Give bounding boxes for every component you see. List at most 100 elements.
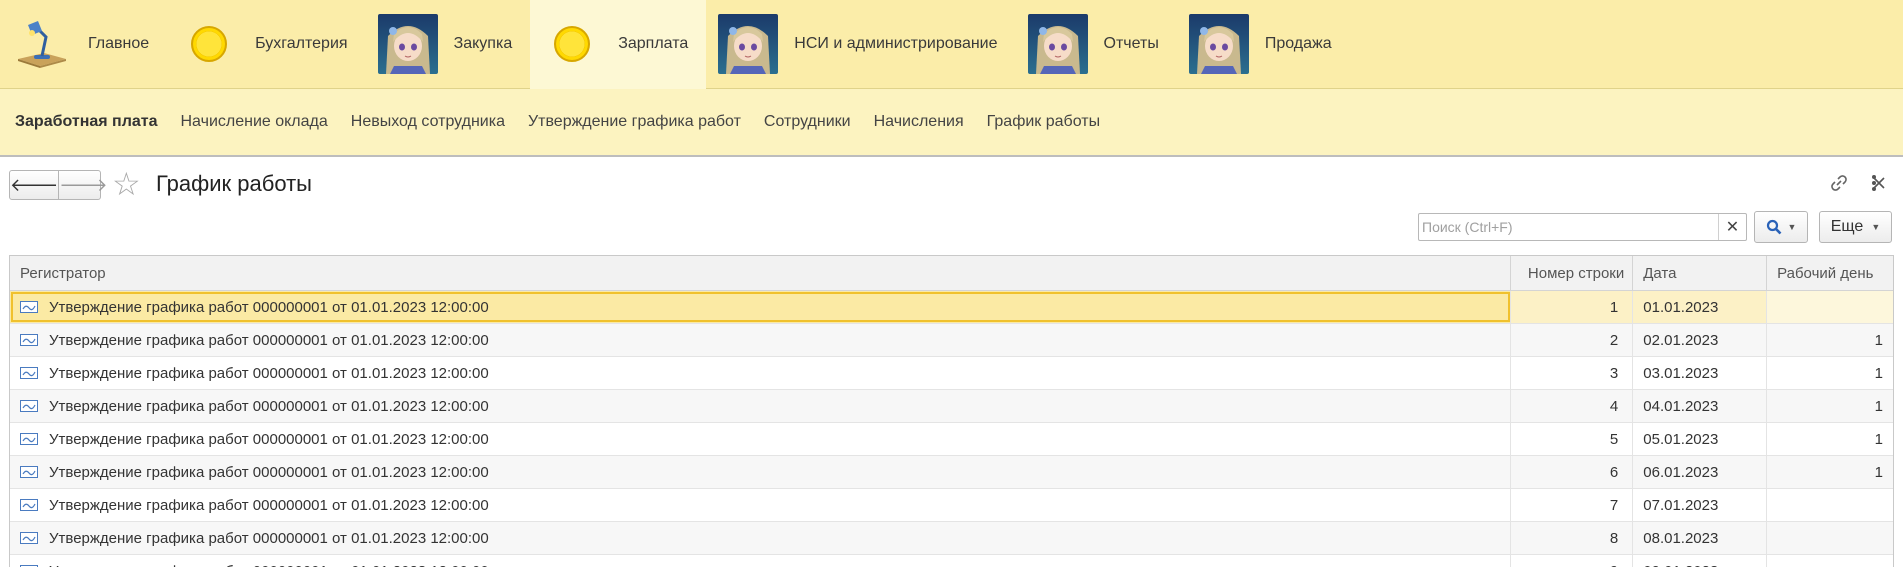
cell-workday[interactable] <box>1767 291 1893 323</box>
coin-icon <box>542 14 602 74</box>
document-icon <box>20 367 49 379</box>
link-icon[interactable] <box>1826 170 1852 196</box>
registrar-text: Утверждение графика работ 000000001 от 0… <box>49 496 489 514</box>
registrar-text: Утверждение графика работ 000000001 от 0… <box>49 298 489 316</box>
section-label: Закупка <box>453 35 513 52</box>
subnav-item-5[interactable]: Начисления <box>874 113 964 131</box>
registrar-text: Утверждение графика работ 000000001 от 0… <box>49 563 489 567</box>
registrar-text: Утверждение графика работ 000000001 от 0… <box>49 397 489 415</box>
close-icon: ✕ <box>1725 219 1740 236</box>
cell-date[interactable]: 08.01.2023 <box>1633 522 1768 554</box>
cell-date[interactable]: 03.01.2023 <box>1633 357 1768 389</box>
cell-line-number[interactable]: 5 <box>1511 423 1634 455</box>
cell-line-number[interactable]: 8 <box>1511 522 1634 554</box>
subnav-item-0[interactable]: Заработная плата <box>15 113 158 131</box>
table-row[interactable]: Утверждение графика работ 000000001 от 0… <box>10 324 1893 357</box>
section-4[interactable]: НСИ и администрирование <box>706 0 1015 89</box>
cell-workday[interactable]: 1 <box>1767 456 1893 488</box>
magnifier-icon <box>1766 219 1781 235</box>
close-form-button[interactable] <box>1866 170 1892 196</box>
cell-date[interactable]: 05.01.2023 <box>1633 423 1768 455</box>
column-header-registrar[interactable]: Регистратор <box>10 256 1512 290</box>
table-row[interactable]: Утверждение графика работ 000000001 от 0… <box>10 456 1893 489</box>
section-2[interactable]: Закупка <box>366 0 531 89</box>
section-label: Главное <box>88 35 150 52</box>
cell-workday[interactable] <box>1767 555 1893 567</box>
cell-registrar[interactable]: Утверждение графика работ 000000001 от 0… <box>10 390 1512 422</box>
table-row[interactable]: Утверждение графика работ 000000001 от 0… <box>10 357 1893 390</box>
section-6[interactable]: Продажа <box>1177 0 1350 89</box>
cell-line-number[interactable]: 4 <box>1511 390 1634 422</box>
cell-line-number[interactable]: 7 <box>1511 489 1634 521</box>
cell-line-number[interactable]: 9 <box>1511 555 1634 567</box>
column-header-workday[interactable]: Рабочий день <box>1767 256 1893 290</box>
subnav-item-3[interactable]: Утверждение графика работ <box>528 113 741 131</box>
sections-panel: Главное Бухгалтерия Закупка Зарплата НСИ и а… <box>0 0 1903 89</box>
cell-workday[interactable]: 1 <box>1767 390 1893 422</box>
search-input[interactable] <box>1419 214 1718 240</box>
table-header: Регистратор Номер строки Дата Рабочий де… <box>10 256 1893 291</box>
registrar-text: Утверждение графика работ 000000001 от 0… <box>49 364 489 382</box>
cell-registrar[interactable]: Утверждение графика работ 000000001 от 0… <box>10 555 1512 567</box>
cell-line-number[interactable]: 1 <box>1511 291 1634 323</box>
desk-lamp-icon <box>12 14 72 74</box>
section-3[interactable]: Зарплата <box>530 0 707 89</box>
cell-registrar[interactable]: Утверждение графика работ 000000001 от 0… <box>10 357 1512 389</box>
cell-line-number[interactable]: 6 <box>1511 456 1634 488</box>
subnav-item-4[interactable]: Сотрудники <box>764 113 851 131</box>
section-label: Бухгалтерия <box>255 35 348 52</box>
cell-date[interactable]: 09.01.2023 <box>1633 555 1768 567</box>
cell-workday[interactable]: 1 <box>1767 423 1893 455</box>
form-title: График работы <box>156 171 312 196</box>
cell-date[interactable]: 07.01.2023 <box>1633 489 1768 521</box>
registrar-text: Утверждение графика работ 000000001 от 0… <box>49 529 489 547</box>
column-header-line-number[interactable]: Номер строки <box>1511 256 1634 290</box>
subnav-item-6[interactable]: График работы <box>987 113 1100 131</box>
cell-workday[interactable] <box>1767 489 1893 521</box>
table-row[interactable]: Утверждение графика работ 000000001 от 0… <box>10 489 1893 522</box>
cell-date[interactable]: 06.01.2023 <box>1633 456 1768 488</box>
cell-registrar[interactable]: Утверждение графика работ 000000001 от 0… <box>10 291 1512 323</box>
cell-workday[interactable]: 1 <box>1767 324 1893 356</box>
registrar-text: Утверждение графика работ 000000001 от 0… <box>49 463 489 481</box>
records-table: Регистратор Номер строки Дата Рабочий де… <box>9 255 1894 567</box>
cell-workday[interactable]: 1 <box>1767 357 1893 389</box>
forward-button[interactable]: 🡒 <box>58 171 108 199</box>
cell-registrar[interactable]: Утверждение графика работ 000000001 от 0… <box>10 522 1512 554</box>
cell-registrar[interactable]: Утверждение графика работ 000000001 от 0… <box>10 324 1512 356</box>
section-5[interactable]: Отчеты <box>1016 0 1177 89</box>
chevron-down-icon: ▼ <box>1787 222 1797 232</box>
cell-date[interactable]: 04.01.2023 <box>1633 390 1768 422</box>
section-0[interactable]: Главное <box>0 0 167 89</box>
back-button[interactable]: 🡐 <box>10 171 58 199</box>
subnav-item-2[interactable]: Невыход сотрудника <box>351 113 505 131</box>
find-button[interactable]: ▼ <box>1754 211 1808 243</box>
table-row[interactable]: Утверждение графика работ 000000001 от 0… <box>10 522 1893 555</box>
cell-workday[interactable] <box>1767 522 1893 554</box>
anime-avatar-icon <box>718 14 779 74</box>
cell-registrar[interactable]: Утверждение графика работ 000000001 от 0… <box>10 423 1512 455</box>
table-body: Утверждение графика работ 000000001 от 0… <box>10 291 1893 567</box>
star-icon[interactable]: ☆ <box>112 166 141 202</box>
more-button[interactable]: Еще ▼ <box>1819 211 1892 243</box>
cell-line-number[interactable]: 2 <box>1511 324 1634 356</box>
column-header-date[interactable]: Дата <box>1633 256 1768 290</box>
table-row[interactable]: Утверждение графика работ 000000001 от 0… <box>10 390 1893 423</box>
registrar-text: Утверждение графика работ 000000001 от 0… <box>49 430 489 448</box>
cell-date[interactable]: 01.01.2023 <box>1633 291 1768 323</box>
cell-registrar[interactable]: Утверждение графика работ 000000001 от 0… <box>10 456 1512 488</box>
subnav-item-1[interactable]: Начисление оклада <box>181 113 328 131</box>
section-1[interactable]: Бухгалтерия <box>167 0 365 89</box>
cell-date[interactable]: 02.01.2023 <box>1633 324 1768 356</box>
cell-line-number[interactable]: 3 <box>1511 357 1634 389</box>
search-clear-button[interactable]: ✕ <box>1718 214 1746 240</box>
section-label: Зарплата <box>618 35 689 52</box>
table-row[interactable]: Утверждение графика работ 000000001 от 0… <box>10 423 1893 456</box>
document-icon <box>20 466 49 478</box>
document-icon <box>20 400 49 412</box>
table-row[interactable]: Утверждение графика работ 000000001 от 0… <box>10 291 1893 324</box>
table-row[interactable]: Утверждение графика работ 000000001 от 0… <box>10 555 1893 567</box>
cell-registrar[interactable]: Утверждение графика работ 000000001 от 0… <box>10 489 1512 521</box>
section-navigation: Заработная плата Начисление оклада Невыход… <box>0 89 1903 157</box>
history-nav: 🡐 🡒 <box>9 170 108 200</box>
